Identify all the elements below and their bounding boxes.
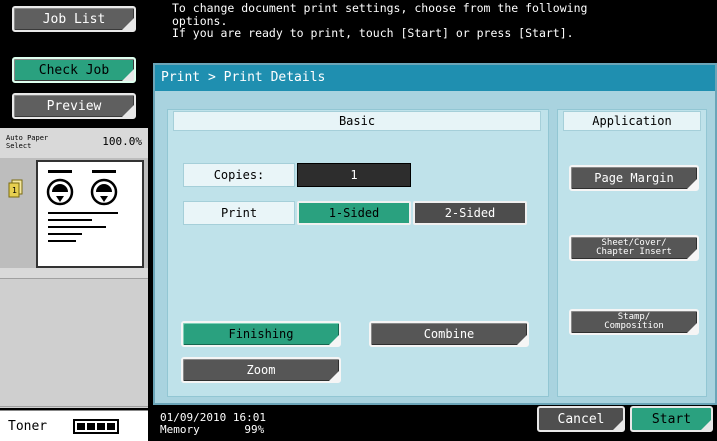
paper-info: Auto Paper Select 100.0% (2, 131, 146, 153)
message-line-1: To change document print settings, choos… (172, 1, 588, 15)
zoom-button[interactable]: Zoom (181, 357, 341, 383)
sheet-cover-chapter-insert-button[interactable]: Sheet/Cover/ Chapter Insert (569, 235, 699, 261)
basic-section-header: Basic (173, 111, 541, 131)
paper-select-line1: Auto Paper (6, 134, 49, 142)
finishing-button[interactable]: Finishing (181, 321, 341, 347)
toner-label: Toner (8, 418, 48, 434)
memory-label: Memory (160, 423, 200, 436)
print-sides-label: Print (183, 201, 295, 225)
sheet-cover-line2: Chapter Insert (596, 247, 672, 257)
cancel-button[interactable]: Cancel (537, 406, 625, 432)
copies-label: Copies: (183, 163, 295, 187)
copies-value-field[interactable]: 1 (297, 163, 411, 187)
one-sided-button[interactable]: 1-Sided (297, 201, 411, 225)
instruction-message: To change document print settings, choos… (158, 2, 714, 58)
application-section-header: Application (563, 111, 701, 131)
print-details-panel: Print > Print Details Basic Application … (153, 63, 717, 405)
memory-status: Memory 99% (160, 424, 266, 436)
copy-count-icon: 1 (8, 179, 23, 198)
combine-button[interactable]: Combine (369, 321, 529, 347)
status-bar: 01/09/2010 16:01 Memory 99% (160, 412, 266, 436)
toner-level-gauge (73, 418, 120, 434)
toner-segment (107, 422, 116, 430)
paper-select-line2: Select (6, 142, 32, 150)
stamp-line2: Composition (604, 321, 664, 331)
svg-text:1: 1 (12, 186, 17, 195)
toner-status: Toner (0, 410, 148, 441)
start-button[interactable]: Start (630, 406, 713, 432)
toner-segment (77, 422, 86, 430)
zoom-ratio: 100.0% (102, 135, 142, 148)
job-list-button[interactable]: Job List (12, 6, 136, 32)
basic-section (167, 109, 549, 397)
preview-button[interactable]: Preview (12, 93, 136, 119)
toner-segment (87, 422, 96, 430)
stamp-composition-button[interactable]: Stamp/ Composition (569, 309, 699, 335)
paper-select-label: Auto Paper Select (6, 134, 48, 150)
breadcrumb: Print > Print Details (155, 65, 715, 91)
memory-value: 99% (244, 423, 265, 436)
preview-area: Auto Paper Select 100.0% 1 (0, 128, 148, 408)
document-thumbnail-icon (46, 170, 118, 242)
page-margin-button[interactable]: Page Margin (569, 165, 699, 191)
message-line-3: If you are ready to print, touch [Start]… (172, 26, 574, 40)
left-panel: Job List Check Job Preview Auto Paper Se… (0, 0, 148, 441)
preview-empty-area (0, 278, 148, 408)
check-job-button[interactable]: Check Job (12, 57, 136, 83)
page-thumbnail (36, 160, 144, 268)
toner-segment (97, 422, 106, 430)
two-sided-button[interactable]: 2-Sided (413, 201, 527, 225)
